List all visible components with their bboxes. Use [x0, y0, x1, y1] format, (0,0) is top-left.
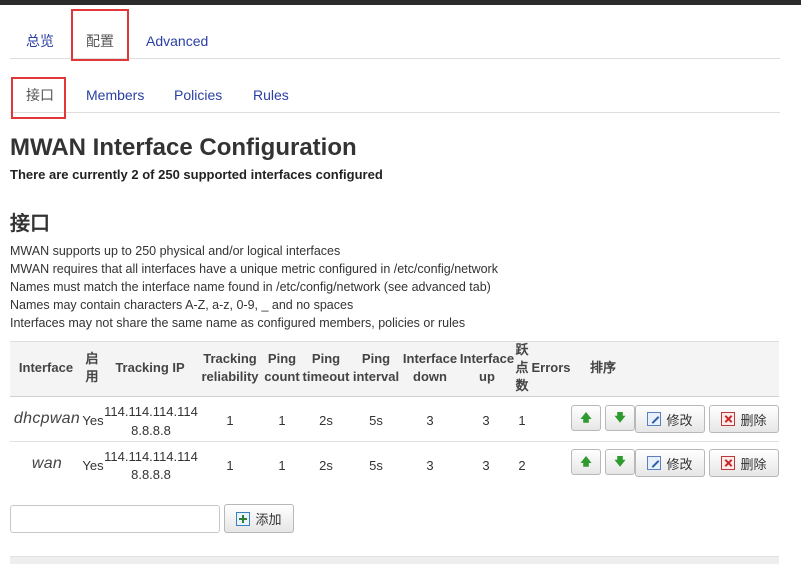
row-tracking-ip-1: 114.114.114.114: [104, 449, 198, 464]
description-line: Interfaces may not share the same name a…: [10, 316, 466, 330]
new-interface-name-input[interactable]: [10, 505, 220, 533]
description-line: Names may contain characters A-Z, a-z, 0…: [10, 298, 354, 312]
row-interface-down: 3: [426, 413, 434, 428]
move-down-button[interactable]: 🡇: [605, 449, 635, 475]
row-interface-down: 3: [426, 458, 434, 473]
row-hops: 2: [518, 458, 526, 473]
row-ping-count: 1: [278, 458, 286, 473]
form-footer: [10, 556, 779, 564]
delete-label: 删除: [740, 413, 767, 429]
col-enabled: 启用: [85, 351, 99, 384]
col-ping-timeout: Ping timeout: [302, 351, 350, 384]
row-enabled: Yes: [82, 413, 104, 428]
arrow-down-icon: 🡇: [614, 454, 626, 468]
arrow-up-icon: 🡅: [580, 410, 592, 424]
row-tracking-ip-2: 8.8.8.8: [131, 467, 171, 482]
tab-interfaces-highlight: [11, 77, 66, 119]
col-errors: Errors: [531, 360, 571, 375]
tab-config-highlight: [71, 9, 129, 61]
row-interface-up: 3: [482, 458, 490, 473]
delete-button[interactable]: 删除: [709, 405, 779, 433]
row-ping-count: 1: [278, 413, 286, 428]
page-subtitle: There are currently 2 of 250 supported i…: [10, 167, 383, 182]
delete-button[interactable]: 删除: [709, 449, 779, 477]
page-title: MWAN Interface Configuration: [10, 134, 357, 161]
edit-icon: [647, 456, 662, 470]
add-label: 添加: [255, 513, 282, 528]
col-tracking-ip: Tracking IP: [115, 360, 185, 375]
arrow-down-icon: 🡇: [614, 410, 626, 424]
row-ping-timeout: 2s: [319, 413, 333, 428]
tab-rules[interactable]: Rules: [253, 87, 289, 104]
edit-icon: [647, 412, 662, 426]
section-title: 接口: [10, 211, 50, 235]
delete-icon: [721, 412, 736, 426]
description-line: MWAN requires that all interfaces have a…: [10, 262, 498, 276]
col-sort: 排序: [589, 360, 616, 375]
edit-label: 修改: [666, 457, 693, 473]
add-icon: [236, 511, 251, 526]
row-tracking-reliability: 1: [226, 458, 234, 473]
move-up-button[interactable]: 🡅: [571, 449, 601, 475]
row-interface-name: dhcpwan: [13, 410, 81, 427]
description-line: Names must match the interface name foun…: [10, 280, 491, 294]
description-line: MWAN supports up to 250 physical and/or …: [10, 244, 341, 258]
col-hops: 跃点数: [515, 342, 529, 393]
edit-label: 修改: [666, 413, 693, 429]
row-ping-interval: 5s: [369, 458, 383, 473]
row-tracking-ip-1: 114.114.114.114: [104, 404, 198, 419]
col-ping-interval: Ping interval: [352, 351, 400, 384]
move-up-button[interactable]: 🡅: [571, 405, 601, 431]
row-tracking-ip-2: 8.8.8.8: [131, 423, 171, 438]
sub-tabs: 接口 Members Policies Rules: [10, 60, 780, 113]
row-ping-timeout: 2s: [319, 458, 333, 473]
col-tracking-reliability: Tracking reliability: [201, 351, 259, 384]
tab-policies[interactable]: Policies: [174, 87, 222, 104]
row-hops: 1: [518, 413, 526, 428]
row-interface-up: 3: [482, 413, 490, 428]
tab-advanced[interactable]: Advanced: [146, 33, 208, 50]
col-interface-down: Interface down: [402, 351, 458, 384]
row-tracking-reliability: 1: [226, 413, 234, 428]
edit-button[interactable]: 修改: [635, 449, 705, 477]
move-down-button[interactable]: 🡇: [605, 405, 635, 431]
add-button[interactable]: 添加: [224, 504, 294, 533]
row-enabled: Yes: [82, 458, 104, 473]
tab-overview[interactable]: 总览: [26, 33, 54, 50]
delete-label: 删除: [740, 457, 767, 473]
delete-icon: [721, 456, 736, 470]
row-ping-interval: 5s: [369, 413, 383, 428]
col-interface-up: Interface up: [459, 351, 515, 384]
tab-members[interactable]: Members: [86, 87, 144, 104]
row-interface-name: wan: [31, 455, 63, 472]
row-divider: [10, 441, 779, 442]
col-ping-count: Ping count: [264, 351, 300, 384]
col-interface: Interface: [18, 360, 74, 375]
edit-button[interactable]: 修改: [635, 405, 705, 433]
section-description: MWAN supports up to 250 physical and/or …: [10, 242, 498, 332]
arrow-up-icon: 🡅: [580, 454, 592, 468]
